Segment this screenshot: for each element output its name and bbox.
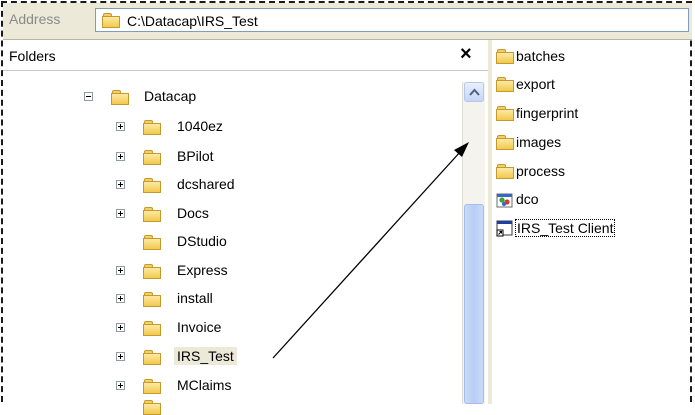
annotation-arrow [272,142,469,359]
